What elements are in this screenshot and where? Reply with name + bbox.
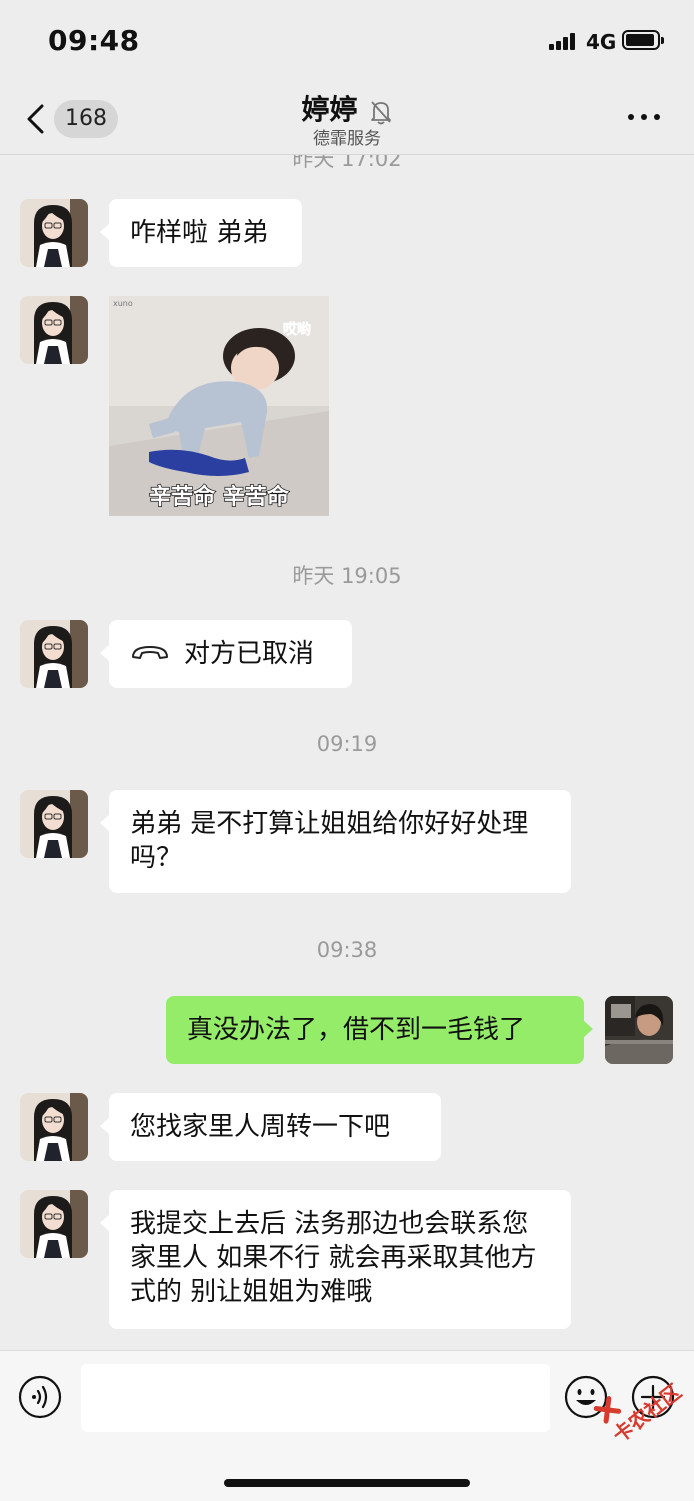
message-text: 弟弟 是不打算让姐姐给你好好处理吗？ bbox=[130, 809, 529, 873]
sticker-brand: xuno bbox=[113, 299, 133, 308]
message-bubble[interactable]: 咋样啦 弟弟 bbox=[100, 199, 302, 267]
avatar[interactable] bbox=[20, 296, 88, 364]
message-bubble[interactable]: 您找家里人周转一下吧 bbox=[100, 1093, 441, 1161]
voice-button[interactable] bbox=[18, 1375, 62, 1419]
sticker-caption: 辛苦命 辛苦命 bbox=[149, 484, 290, 510]
call-bubble[interactable]: 对方已取消 bbox=[100, 620, 352, 688]
avatar[interactable] bbox=[20, 620, 88, 688]
avatar-woman-image bbox=[20, 1093, 88, 1161]
phone-hangup-icon bbox=[132, 645, 168, 659]
my-avatar[interactable] bbox=[605, 996, 673, 1064]
voice-icon bbox=[18, 1375, 62, 1419]
avatar[interactable] bbox=[20, 1093, 88, 1161]
message-list[interactable]: 昨天 17:02 咋样啦 弟弟 xuno 哎哟 辛苦命 辛苦命 昨天 19:05… bbox=[0, 155, 694, 1350]
message-bubble[interactable]: 弟弟 是不打算让姐姐给你好好处理吗？ bbox=[100, 790, 571, 893]
signal-icon bbox=[549, 32, 577, 50]
timestamp: 昨天 19:05 bbox=[292, 564, 402, 588]
sticker-image[interactable]: xuno 哎哟 辛苦命 辛苦命 bbox=[109, 296, 329, 516]
message-text: 真没办法了，借不到一毛钱了 bbox=[187, 1015, 526, 1045]
avatar-woman-image bbox=[20, 790, 88, 858]
input-bar bbox=[0, 1350, 694, 1501]
avatar-woman-image bbox=[20, 296, 88, 364]
title-area: 婷婷 bbox=[0, 88, 694, 128]
avatar-woman-image bbox=[20, 199, 88, 267]
status-bar: 09:48 4G bbox=[0, 0, 694, 80]
timestamp-cut: 昨天 17:02 bbox=[292, 155, 402, 171]
avatar-self-image bbox=[605, 996, 673, 1064]
network-label: 4G bbox=[586, 30, 617, 54]
avatar-woman-image bbox=[20, 1190, 88, 1258]
status-time: 09:48 bbox=[48, 24, 140, 57]
message-bubble[interactable]: 我提交上去后 法务那边也会联系您家里人 如果不行 就会再采取其他方式的 别让姐姐… bbox=[100, 1190, 571, 1329]
battery-icon bbox=[622, 30, 664, 50]
message-text: 咋样啦 弟弟 bbox=[130, 218, 269, 248]
message-input[interactable] bbox=[81, 1364, 550, 1432]
message-text: 我提交上去后 法务那边也会联系您家里人 如果不行 就会再采取其他方式的 别让姐姐… bbox=[130, 1209, 537, 1307]
home-indicator[interactable] bbox=[224, 1479, 470, 1487]
chat-title: 婷婷 bbox=[301, 93, 358, 126]
timestamp: 09:19 bbox=[316, 732, 378, 756]
avatar[interactable] bbox=[20, 790, 88, 858]
avatar[interactable] bbox=[20, 199, 88, 267]
chat-subtitle: 德霏服务 bbox=[313, 129, 381, 149]
more-dots-icon bbox=[628, 114, 634, 120]
avatar[interactable] bbox=[20, 1190, 88, 1258]
avatar-woman-image bbox=[20, 620, 88, 688]
baby-crawling-sticker: xuno 哎哟 辛苦命 辛苦命 bbox=[109, 296, 329, 516]
outgoing-message-bubble[interactable]: 真没办法了，借不到一毛钱了 bbox=[166, 996, 593, 1064]
sticker-corner-text: 哎哟 bbox=[283, 321, 311, 338]
message-text: 您找家里人周转一下吧 bbox=[130, 1112, 391, 1142]
bell-slash-icon bbox=[370, 100, 391, 124]
chat-header: 168 婷婷 德霏服务 bbox=[0, 80, 694, 155]
call-status-text: 对方已取消 bbox=[184, 639, 315, 669]
timestamp: 09:38 bbox=[316, 938, 378, 962]
more-button[interactable] bbox=[628, 110, 664, 126]
